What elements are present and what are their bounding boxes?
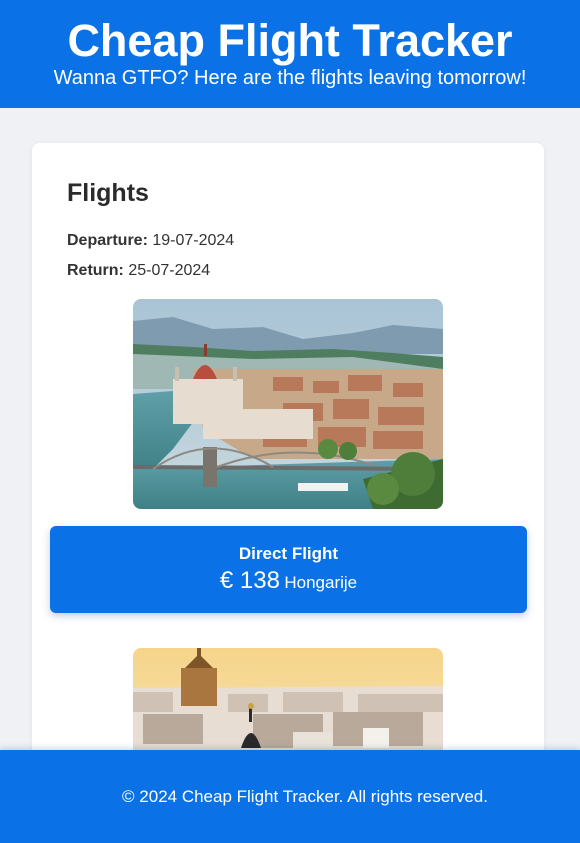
footer-copyright: © 2024 Cheap Flight Tracker. All rights … [122, 787, 488, 806]
departure-row: Departure: 19-07-2024 [67, 231, 234, 251]
site-header: Cheap Flight Tracker Wanna GTFO? Here ar… [0, 0, 580, 108]
flight-destination: Hongarije [284, 573, 358, 592]
return-row: Return: 25-07-2024 [67, 261, 210, 281]
return-label: Return: [67, 262, 124, 279]
flight-price: € 138 [219, 567, 280, 594]
site-title: Cheap Flight Tracker [67, 15, 513, 66]
flights-heading: Flights [67, 179, 149, 207]
return-date: 25-07-2024 [128, 262, 211, 279]
departure-date: 19-07-2024 [152, 232, 235, 249]
flight-card[interactable]: Direct Flight € 138 Hongarije [50, 526, 527, 613]
departure-label: Departure: [67, 232, 148, 249]
site-tagline: Wanna GTFO? Here are the flights leaving… [53, 67, 527, 89]
destination-image [133, 299, 443, 509]
flight-type: Direct Flight [238, 544, 339, 563]
page: Cheap Flight Tracker Wanna GTFO? Here ar… [0, 0, 580, 843]
flight-price-row: € 138 Hongarije [50, 566, 527, 599]
flights-card: Flights Departure: 19-07-2024 Return: 25… [32, 143, 544, 843]
site-footer: © 2024 Cheap Flight Tracker. All rights … [0, 750, 580, 843]
